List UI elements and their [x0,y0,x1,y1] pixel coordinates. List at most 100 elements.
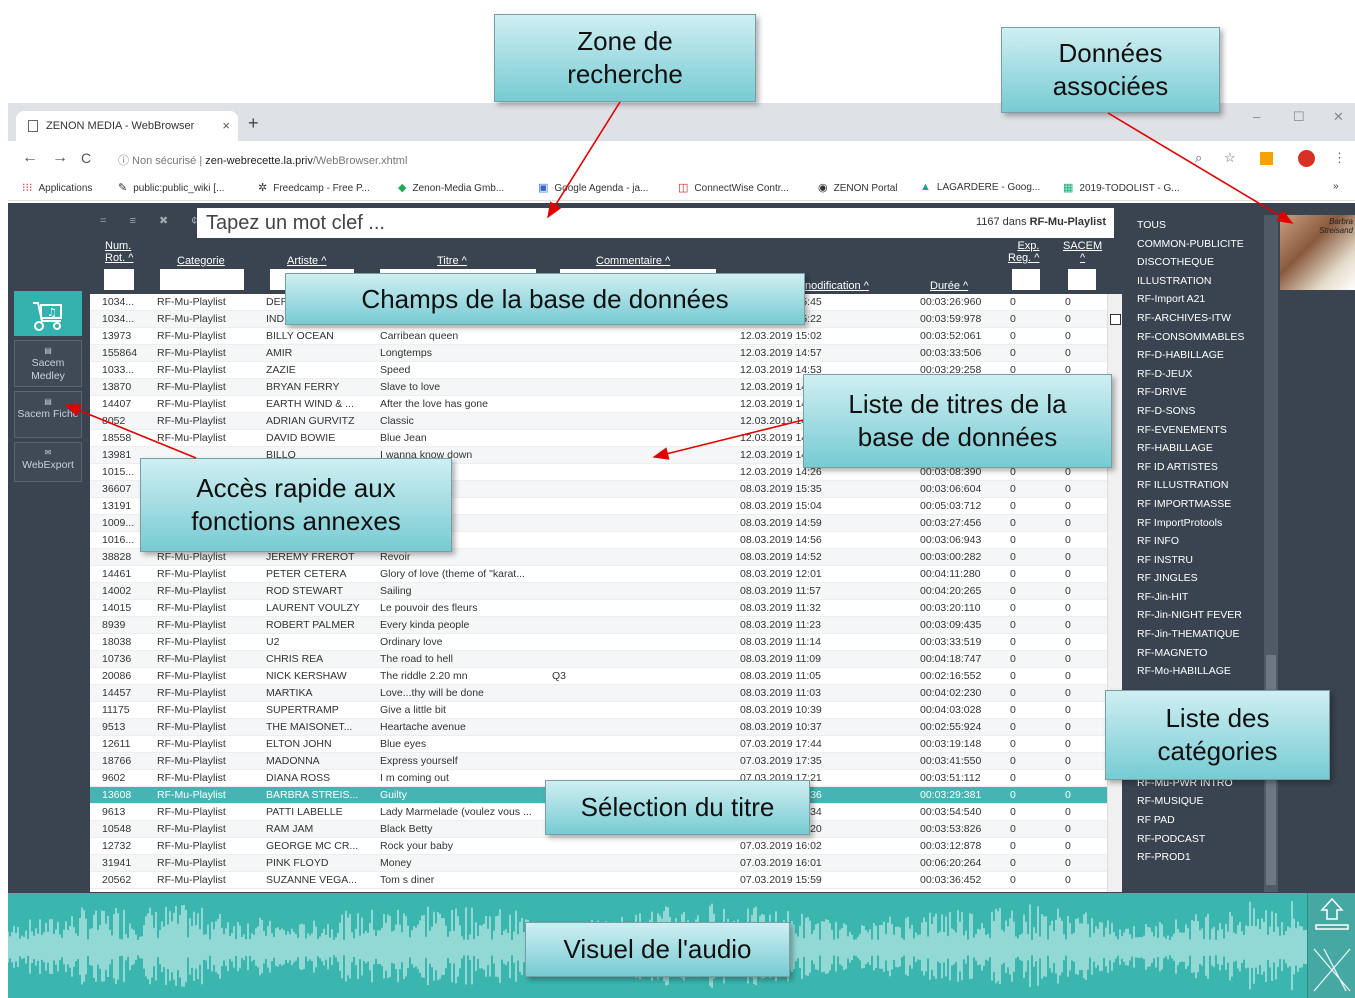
category-item[interactable]: ILLUSTRATION [1122,271,1264,290]
table-row[interactable]: 18038 RF-Mu-Playlist U2 Ordinary love 08.03.… [90,634,1107,651]
bookmark-item[interactable]: ▣ Google Agenda - ja... [538,181,648,194]
category-item[interactable]: RF INFO [1122,531,1264,550]
table-row[interactable]: 14461 RF-Mu-Playlist PETER CETERA Glory of … [90,566,1107,583]
category-item[interactable]: RF-D-JEUX [1122,364,1264,383]
categories-scrollbar[interactable] [1264,215,1278,892]
category-item[interactable]: RF-Import A21 [1122,289,1264,308]
table-row[interactable]: 12611 RF-Mu-Playlist ELTON JOHN Blue eyes 07… [90,736,1107,753]
category-item[interactable]: COMMON-PUBLICITE [1122,234,1264,253]
back-button[interactable]: ← [22,149,38,167]
col-modification[interactable]: nodification ^ [805,280,869,292]
filter-sacem[interactable] [1068,269,1096,290]
table-row[interactable]: 20086 RF-Mu-Playlist NICK KERSHAW The riddl… [90,668,1107,685]
table-row[interactable]: 13973 RF-Mu-Playlist BILLY OCEAN Carribean … [90,328,1107,345]
category-item[interactable]: RF IMPORTMASSE [1122,494,1264,513]
category-item[interactable]: RF-D-HABILLAGE [1122,345,1264,364]
table-cell: 0 [1010,670,1016,682]
col-num-rot[interactable]: Num. Rot. ^ [105,240,133,264]
browser-tab[interactable]: ZENON MEDIA - WebBrowser × [16,111,238,141]
table-row[interactable]: 14015 RF-Mu-Playlist LAURENT VOULZY Le pouv… [90,600,1107,617]
category-item[interactable]: RF-CONSOMMABLES [1122,327,1264,346]
category-item[interactable]: RF-Jin-HIT [1122,587,1264,606]
bookmark-item[interactable]: ✲ Freedcamp - Free P... [258,181,370,194]
bookmark-item[interactable]: ◉ ZENON Portal [818,181,898,194]
table-row[interactable]: 14457 RF-Mu-Playlist MARTIKA Love...thy wil… [90,685,1107,702]
tab-close-icon[interactable]: × [222,118,230,133]
col-duree[interactable]: Durée ^ [930,280,968,292]
table-cell: RF-Mu-Playlist [157,347,226,359]
table-row[interactable]: 14002 RF-Mu-Playlist ROD STEWART Sailing 08.… [90,583,1107,600]
category-item[interactable]: RF PAD [1122,810,1264,829]
category-item[interactable]: RF-MUSIQUE [1122,791,1264,810]
category-item[interactable]: DISCOTHEQUE [1122,252,1264,271]
forward-button[interactable]: → [52,149,68,167]
search-input[interactable]: Tapez un mot clef ... 1167 dans RF-Mu-Pl… [197,208,1114,238]
category-item[interactable]: RF-D-SONS [1122,401,1264,420]
reload-button[interactable]: C [81,150,91,166]
search-tools-icons[interactable]: = ≡ ✖ ¢ [100,214,207,227]
extension-icon[interactable] [1260,152,1273,165]
category-item[interactable]: RF-ARCHIVES-ITW [1122,308,1264,327]
profile-avatar[interactable] [1298,150,1315,167]
menu-icon[interactable]: ⋮ [1333,150,1346,166]
col-artiste[interactable]: Artiste ^ [287,255,326,267]
table-row[interactable]: 155864 RF-Mu-Playlist AMIR Longtemps 12.03.2… [90,345,1107,362]
url-field[interactable]: ⓘ Non sécurisé | zen-webrecette.la.priv/… [118,152,407,168]
category-item[interactable]: RF-PODCAST [1122,829,1264,848]
table-row[interactable]: 10736 RF-Mu-Playlist CHRIS REA The road to … [90,651,1107,668]
music-cart-button[interactable]: ♫ [14,291,82,336]
col-commentaire[interactable]: Commentaire ^ [596,255,670,267]
table-cell: 0 [1065,568,1071,580]
category-item[interactable]: RF-Jin-NIGHT FEVER [1122,605,1264,624]
category-item[interactable]: RF-HABILLAGE [1122,438,1264,457]
category-item[interactable]: RF-PROD1 [1122,847,1264,866]
table-row[interactable]: 31941 RF-Mu-Playlist PINK FLOYD Money 07.03.… [90,855,1107,872]
category-item[interactable]: RF-DRIVE [1122,382,1264,401]
table-row[interactable]: 9513 RF-Mu-Playlist THE MAISONET... Heartac… [90,719,1107,736]
bookmark-item[interactable]: ◆ Zenon-Media Gmb... [398,181,504,194]
table-cell: MADONNA [266,755,320,767]
table-row[interactable]: 8939 RF-Mu-Playlist ROBERT PALMER Every kin… [90,617,1107,634]
star-icon[interactable]: ☆ [1224,150,1236,166]
category-item[interactable]: TOUS [1122,215,1264,234]
table-row[interactable]: 20562 RF-Mu-Playlist SUZANNE VEGA... Tom s … [90,872,1107,889]
bookmark-item[interactable]: ✎ public:public_wiki [... [118,181,224,194]
new-tab-button[interactable]: + [248,113,259,134]
col-titre[interactable]: Titre ^ [437,255,467,267]
sacem-medley-button[interactable]: ▤ Sacem Medley [14,340,82,387]
table-cell: 00:05:03:712 [920,500,982,512]
table-cell: RF-Mu-Playlist [157,330,226,342]
webexport-button[interactable]: ✉ WebExport [14,442,82,482]
table-row[interactable]: 11175 RF-Mu-Playlist SUPERTRAMP Give a litt… [90,702,1107,719]
maximize-button[interactable]: ☐ [1293,109,1305,125]
col-categorie[interactable]: Categorie [177,255,225,267]
table-cell: 00:03:53:826 [920,823,982,835]
table-row[interactable]: 12732 RF-Mu-Playlist GEORGE MC CR... Rock y… [90,838,1107,855]
category-item[interactable]: RF ID ARTISTES [1122,457,1264,476]
list-scroll-thumb[interactable] [1110,314,1121,325]
bookmark-item[interactable]: ▦ 2019-TODOLIST - G... [1063,181,1180,194]
category-item[interactable]: RF ILLUSTRATION [1122,475,1264,494]
zoom-icon[interactable]: ⌕ [1195,150,1202,166]
col-sacem[interactable]: SACEM ^ [1063,240,1102,264]
bookmarks-more[interactable]: » [1333,181,1339,192]
category-item[interactable]: RF JINGLES [1122,568,1264,587]
category-item[interactable]: RF-Mo-HABILLAGE [1122,661,1264,680]
table-row[interactable]: 18766 RF-Mu-Playlist MADONNA Express yourse… [90,753,1107,770]
bookmark-item[interactable]: ▲ LAGARDERE - Goog... [920,181,1040,193]
filter-categorie[interactable] [160,269,244,290]
minimize-button[interactable]: – [1253,109,1260,124]
bookmark-item[interactable]: ⁝⁝⁝ Applications [22,181,92,194]
filter-exp-reg[interactable] [1012,269,1040,290]
category-item[interactable]: RF ImportProtools [1122,513,1264,532]
category-item[interactable]: RF-Jin-THEMATIQUE [1122,624,1264,643]
category-item[interactable]: RF INSTRU [1122,550,1264,569]
table-cell: RF-Mu-Playlist [157,381,226,393]
filter-num-rot[interactable] [104,269,134,290]
category-item[interactable]: RF-EVENEMENTS [1122,420,1264,439]
close-window-button[interactable]: ✕ [1333,109,1344,125]
bookmark-item[interactable]: ◫ ConnectWise Contr... [678,181,789,194]
col-exp-reg[interactable]: Exp. Reg. ^ [1008,240,1039,264]
category-item[interactable]: RF-MAGNETO [1122,643,1264,662]
sacem-fiche-button[interactable]: ▤ Sacem Fiche [14,391,82,438]
